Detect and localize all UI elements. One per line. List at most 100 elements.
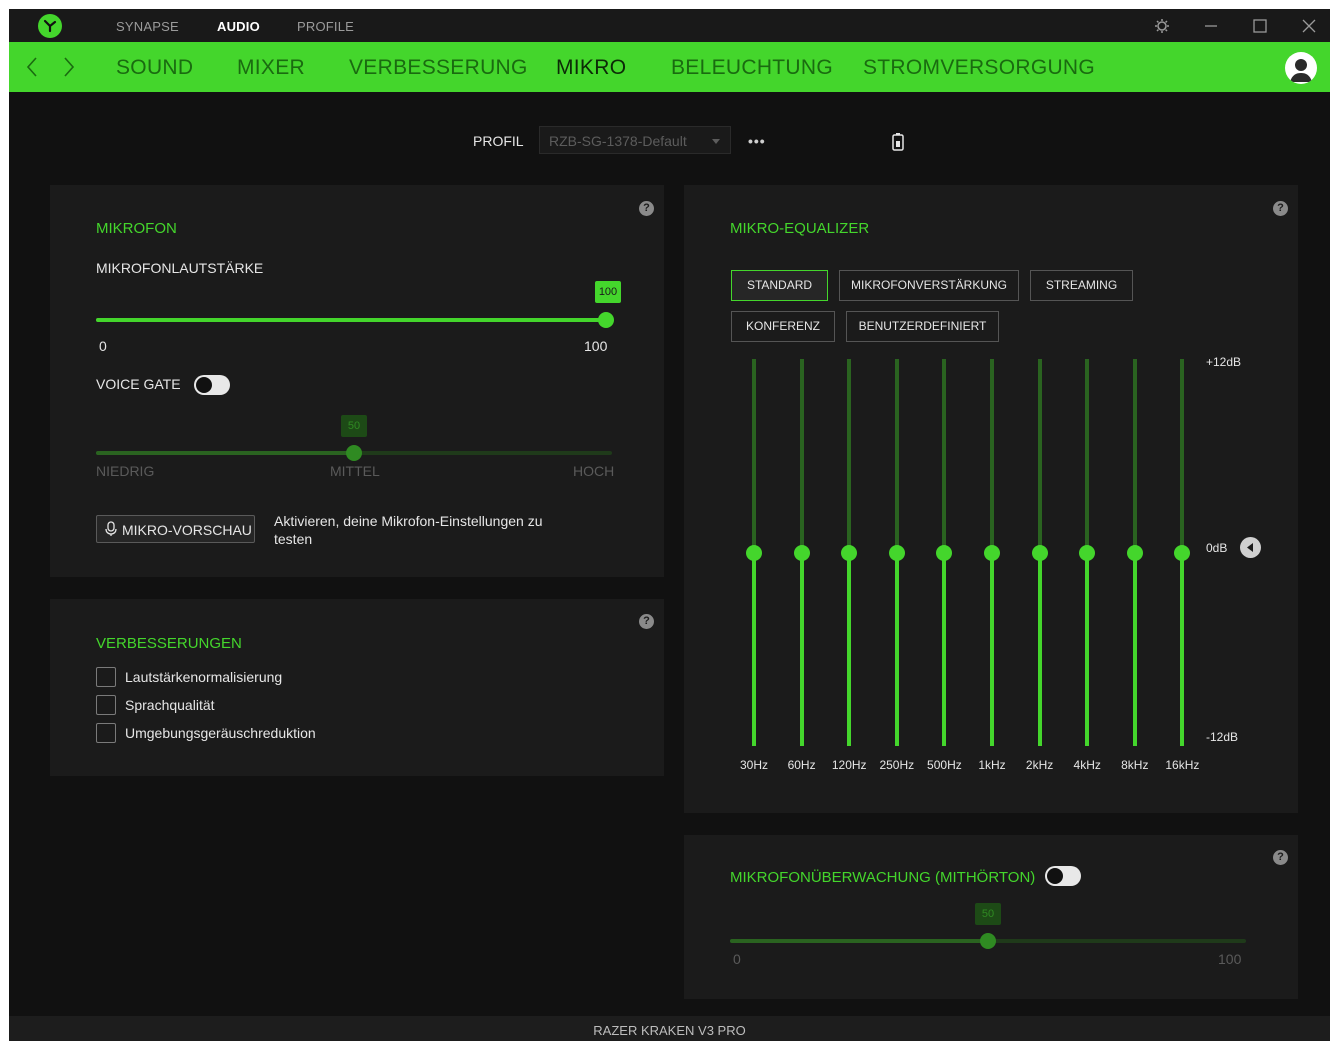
eq-band-label: 16kHz	[1165, 758, 1200, 772]
user-avatar-icon[interactable]	[1285, 52, 1317, 84]
monitoring-value-bubble: 50	[975, 903, 1001, 925]
eq-band-handle-120Hz[interactable]	[841, 544, 858, 561]
mikrofonueberwachung-toggle[interactable]	[1045, 866, 1081, 886]
eq-band-track[interactable]	[942, 359, 947, 553]
monitoring-min-label: 0	[733, 951, 741, 967]
voice-gate-slider-handle[interactable]	[346, 445, 362, 461]
verbesserungen-panel: ? VERBESSERUNGEN Lautstärkenormalisierun…	[50, 599, 664, 776]
back-arrow-icon[interactable]	[25, 55, 39, 79]
title-bar: SYNAPSE AUDIO PROFILE	[9, 9, 1330, 42]
equalizer-title: MIKRO-EQUALIZER	[730, 220, 870, 237]
eq-preset-standard[interactable]: STANDARD	[731, 270, 828, 301]
eq-band-handle-250Hz[interactable]	[888, 544, 905, 561]
lautstaerkenormalisierung-label: Lautstärkenormalisierung	[125, 669, 283, 685]
eq-band-track[interactable]	[894, 359, 899, 553]
tab-synapse[interactable]: SYNAPSE	[116, 19, 179, 34]
chevron-down-icon	[712, 139, 720, 144]
volume-label: MIKROFONLAUTSTÄRKE	[96, 260, 264, 276]
nav-tab-mikro[interactable]: MIKRO	[556, 56, 626, 80]
eq-band-track[interactable]	[799, 359, 804, 553]
volume-slider-handle[interactable]	[598, 312, 614, 328]
nav-tab-mixer[interactable]: MIXER	[237, 56, 305, 80]
eq-band-handle-60Hz[interactable]	[793, 544, 810, 561]
eq-band-label: 120Hz	[831, 758, 867, 772]
eq-preset-mikrofonverstaerkung[interactable]: MIKROFONVERSTÄRKUNG	[839, 270, 1019, 301]
eq-band-track[interactable]	[1085, 359, 1090, 553]
eq-db-max-label: +12dB	[1206, 355, 1242, 369]
eq-band-track[interactable]	[1132, 359, 1137, 553]
tab-profile[interactable]: PROFILE	[297, 19, 354, 34]
maximize-icon[interactable]	[1250, 16, 1270, 36]
gate-low-label: NIEDRIG	[96, 463, 155, 479]
eq-band-fill	[942, 552, 947, 746]
preview-hint-line1: Aktivieren, deine Mikrofon-Einstellungen…	[274, 513, 543, 529]
mikro-vorschau-label: MIKRO-VORSCHAU	[122, 522, 252, 538]
eq-band-label: 2kHz	[1025, 758, 1054, 772]
eq-band-handle-500Hz[interactable]	[936, 544, 953, 561]
eq-band-handle-2kHz[interactable]	[1031, 544, 1048, 561]
eq-preset-streaming[interactable]: STREAMING	[1030, 270, 1133, 301]
minimize-icon[interactable]	[1201, 16, 1221, 36]
monitoring-max-label: 100	[1218, 951, 1242, 967]
eq-band-fill	[847, 552, 852, 746]
eq-preset-konferenz[interactable]: KONFERENZ	[731, 311, 835, 342]
voice-gate-toggle[interactable]	[194, 375, 230, 395]
eq-band-fill	[1180, 552, 1185, 746]
eq-band-handle-1kHz[interactable]	[984, 544, 1000, 561]
microphone-icon	[105, 521, 117, 536]
profile-dropdown[interactable]: RZB-SG-1378-Default	[539, 126, 731, 154]
battery-icon	[892, 133, 904, 156]
eq-band-fill	[1037, 552, 1042, 746]
help-icon[interactable]: ?	[639, 614, 654, 629]
eq-band-fill	[1132, 552, 1137, 746]
settings-gear-icon[interactable]	[1152, 16, 1172, 36]
mikro-vorschau-button[interactable]: MIKRO-VORSCHAU	[96, 515, 255, 543]
mikrofon-title: MIKROFON	[96, 220, 177, 237]
checkbox-sprachqualitaet[interactable]	[96, 695, 116, 715]
help-icon[interactable]: ?	[639, 201, 654, 216]
umgebungsgeraeuschreduktion-label: Umgebungsgeräuschreduktion	[125, 725, 316, 741]
eq-band-fill	[1085, 552, 1090, 746]
help-icon[interactable]: ?	[1273, 201, 1288, 216]
section-nav-bar: SOUND MIXER VERBESSERUNG MIKRO BELEUCHTU…	[9, 42, 1330, 92]
eq-band-label: 30Hz	[739, 758, 768, 772]
eq-band-label: 4kHz	[1073, 758, 1101, 772]
eq-band-track[interactable]	[847, 359, 852, 553]
profile-label: PROFIL	[473, 133, 524, 149]
gate-high-label: HOCH	[573, 463, 615, 479]
verbesserungen-title: VERBESSERUNGEN	[96, 635, 242, 652]
close-icon[interactable]	[1299, 16, 1319, 36]
eq-band-fill	[894, 552, 899, 746]
eq-band-handle-8kHz[interactable]	[1126, 544, 1143, 561]
eq-band-handle-16kHz[interactable]	[1174, 544, 1191, 561]
eq-band-track[interactable]	[1037, 359, 1042, 553]
nav-tab-stromversorgung[interactable]: STROMVERSORGUNG	[863, 56, 1095, 80]
volume-min-label: 0	[99, 338, 107, 354]
razer-logo-icon[interactable]	[38, 14, 62, 38]
eq-band-fill	[799, 552, 804, 746]
eq-band-track[interactable]	[990, 359, 994, 553]
forward-arrow-icon[interactable]	[62, 55, 76, 79]
voice-gate-fill	[96, 451, 354, 455]
help-icon[interactable]: ?	[1273, 850, 1288, 865]
monitoring-fill	[730, 939, 988, 943]
eq-band-handle-4kHz[interactable]	[1079, 544, 1096, 561]
volume-max-label: 100	[584, 338, 608, 354]
eq-reset-arrow-icon[interactable]	[1240, 537, 1261, 558]
checkbox-umgebungsgeraeuschreduktion[interactable]	[96, 723, 116, 743]
tab-audio[interactable]: AUDIO	[217, 19, 260, 34]
nav-tab-sound[interactable]: SOUND	[116, 56, 193, 80]
eq-band-track[interactable]	[752, 359, 756, 553]
eq-band-track[interactable]	[1180, 359, 1185, 553]
eq-preset-benutzerdefiniert[interactable]: BENUTZERDEFINIERT	[846, 311, 999, 342]
eq-band-handle-30Hz[interactable]	[746, 544, 762, 561]
nav-tab-verbesserung[interactable]: VERBESSERUNG	[349, 56, 528, 80]
nav-tab-beleuchtung[interactable]: BELEUCHTUNG	[671, 56, 833, 80]
volume-fill	[96, 318, 606, 322]
monitoring-slider-handle[interactable]	[980, 933, 996, 949]
gate-mid-label: MITTEL	[330, 463, 380, 479]
profile-more-button[interactable]: •••	[748, 133, 766, 149]
checkbox-lautstaerkenormalisierung[interactable]	[96, 667, 116, 687]
mikrofonueberwachung-panel: ? MIKROFONÜBERWACHUNG (MITHÖRTON) 50 0 1…	[684, 835, 1298, 999]
voice-gate-label: VOICE GATE	[96, 376, 181, 392]
